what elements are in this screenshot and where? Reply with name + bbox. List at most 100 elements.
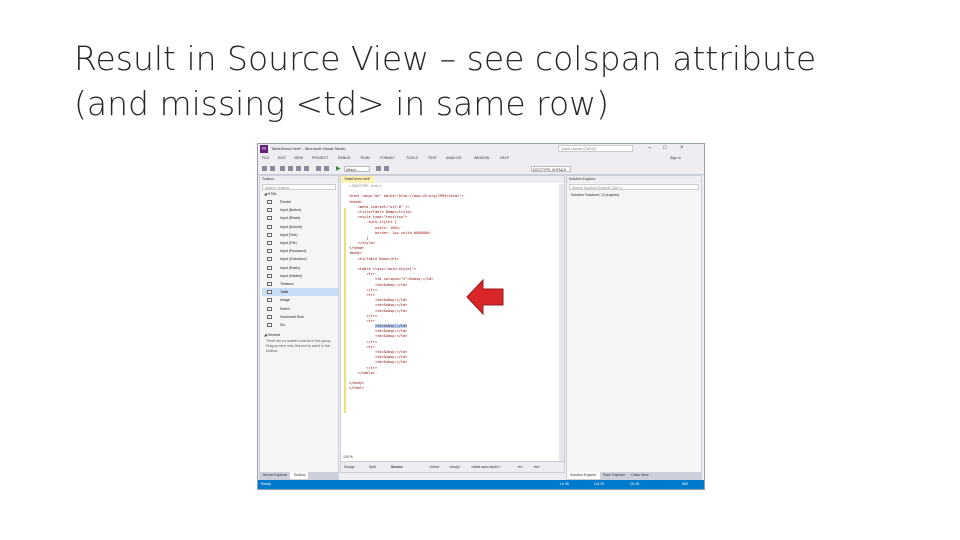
toolbox-item[interactable]: Input (Button) — [262, 206, 338, 214]
toolbox-item[interactable]: Select — [262, 305, 338, 313]
menu-format[interactable]: FORMAT — [380, 156, 395, 161]
solution-tabs: Solution Explorer Team Explorer Class View — [567, 472, 701, 479]
toolbox-item-label: Input (File) — [280, 241, 297, 245]
slide-title: Result in Source View – see colspan attr… — [74, 36, 934, 126]
tab-team-explorer[interactable]: Team Explorer — [600, 472, 629, 479]
toolbox-item[interactable]: Input (Text) — [262, 231, 338, 239]
red-arrow-icon — [466, 278, 504, 316]
toolbox-item[interactable]: Input (File) — [262, 239, 338, 247]
sign-in-link[interactable]: Sign in — [670, 156, 681, 161]
toolbox-header: Toolbox — [260, 176, 338, 183]
attach-dropdown[interactable]: Attach... — [344, 166, 370, 172]
toolbox-item-label: Input (Submit) — [280, 224, 302, 229]
document-tab[interactable]: TableDemo.html* — [341, 176, 374, 183]
toolbox-item[interactable]: Input (Submit) — [262, 223, 338, 231]
toolbox-item-icon — [267, 200, 272, 204]
vs-screenshot: ∞ TableDemo.html* - Microsoft Visual Stu… — [257, 143, 705, 490]
toolbox-item[interactable]: Textarea — [262, 280, 338, 288]
solution-explorer-header: Solution Explorer — [567, 176, 701, 183]
tab-solution-explorer[interactable]: Solution Explorer — [567, 472, 600, 479]
toolbox-item-label: Input (Hidden) — [280, 273, 303, 278]
status-ready: Ready — [261, 482, 272, 486]
doctype-dropdown[interactable]: DOCTYPE: XHTML5 — [531, 166, 571, 172]
toolbox-item-label: Table — [280, 290, 289, 295]
toolbox-item[interactable]: Input (Reset) — [262, 214, 338, 222]
tab-class-view[interactable]: Class View — [628, 472, 651, 479]
toolbox-item-icon — [267, 306, 272, 311]
menu-analyze[interactable]: ANALYZE — [446, 156, 462, 161]
solution-explorer-panel: Solution Explorer Search Solution Explor… — [566, 175, 702, 480]
menu-file[interactable]: FILE — [262, 156, 269, 161]
toolbox-item-label: Input (Radio) — [280, 265, 301, 270]
toolbox-item[interactable]: Pointer — [262, 198, 338, 206]
toolbox-item[interactable]: Div — [262, 321, 338, 329]
toolbox-item[interactable]: Input (Password) — [262, 247, 338, 255]
toolbox-item[interactable]: Input (Checkbox) — [262, 255, 338, 263]
maximize-icon[interactable]: □ — [663, 145, 667, 152]
quick-launch-input[interactable]: Quick Launch (Ctrl+Q) — [558, 145, 633, 152]
title-bar: ∞ TableDemo.html* - Microsoft Visual Stu… — [258, 144, 704, 154]
open-icon[interactable] — [288, 166, 293, 171]
start-icon[interactable]: ▶ — [336, 166, 341, 172]
menu-help[interactable]: HELP — [500, 156, 509, 161]
toolbox-search-input[interactable]: Search Toolbox — [262, 184, 336, 190]
toolbox-item[interactable]: Image — [262, 296, 338, 304]
crumb-td[interactable]: <td> — [533, 462, 540, 472]
save-icon[interactable] — [296, 166, 301, 171]
undo-icon[interactable] — [316, 166, 321, 171]
toolbox-item-label: Horizontal Rule — [280, 314, 304, 319]
toolbox-item-icon — [267, 208, 272, 213]
code-line[interactable]: </html> — [349, 386, 554, 391]
visual-studio-logo-icon: ∞ — [260, 145, 268, 153]
crumb-tr[interactable]: <tr> — [517, 462, 523, 472]
menu-test[interactable]: TEST — [428, 156, 437, 161]
menu-edit[interactable]: EDIT — [278, 156, 286, 161]
split-view-button[interactable]: Split — [369, 462, 376, 472]
minimize-icon[interactable]: – — [648, 145, 651, 152]
source-code[interactable]: <!DOCTYPE html> <html lang="en" xmlns="ht… — [349, 184, 554, 392]
toolbox-item[interactable]: Table — [262, 288, 338, 297]
redo-icon[interactable] — [324, 166, 329, 171]
toolbox-group-general[interactable]: ◢ General — [264, 332, 280, 338]
toolbox-item-icon — [267, 282, 272, 286]
toolbox-item[interactable]: Input (Hidden) — [262, 272, 338, 280]
code-editor[interactable]: TableDemo.html* <!DOCTYPE html> <html lan… — [340, 175, 565, 473]
toolbox-item[interactable]: Input (Radio) — [262, 264, 338, 272]
menu-window[interactable]: WINDOW — [474, 156, 489, 161]
forward-icon[interactable] — [270, 166, 275, 171]
zoom-level[interactable]: 100 % — [343, 455, 353, 460]
solution-search-input[interactable]: Search Solution Explorer (Ctrl+;) — [569, 184, 699, 190]
new-file-icon[interactable] — [280, 166, 285, 171]
source-view-button[interactable]: Source — [391, 462, 403, 472]
toolbar-icon-a[interactable] — [376, 166, 381, 171]
menu-tools[interactable]: TOOLS — [406, 156, 418, 161]
crumb-table[interactable]: <table.auto-style1> — [471, 462, 501, 472]
back-icon[interactable] — [262, 166, 267, 171]
design-view-button[interactable]: Design — [344, 462, 355, 472]
toolbox-item-icon — [267, 290, 272, 295]
toolbox-item-icon — [267, 249, 272, 254]
status-ins: INS — [682, 482, 688, 486]
toolbar-icon-b[interactable] — [384, 166, 389, 171]
toolbox-item[interactable]: Horizontal Rule — [262, 313, 338, 321]
solution-item[interactable]: Solution 'Solution1' (0 projects) — [571, 192, 619, 198]
toolbox-general-text: There are no usable controls in this gro… — [266, 339, 332, 353]
crumb-body[interactable]: <body> — [449, 462, 461, 472]
toolbox-item-label: Div — [280, 323, 286, 327]
editor-scrollbar[interactable] — [559, 184, 564, 464]
menu-view[interactable]: VIEW — [294, 156, 303, 161]
status-line: Ln 26 — [560, 482, 569, 486]
toolbox-item-label: Input (Reset) — [280, 216, 301, 221]
tab-server-explorer[interactable]: Server Explorer — [260, 472, 290, 479]
toolbox-group-html[interactable]: ◢ HTML — [264, 191, 277, 197]
tab-toolbox[interactable]: Toolbox — [290, 472, 309, 479]
menu-team[interactable]: TEAM — [360, 156, 370, 161]
crumb-html[interactable]: <html> — [429, 462, 440, 472]
menu-project[interactable]: PROJECT — [312, 156, 328, 161]
menu-debug[interactable]: DEBUG — [338, 156, 350, 161]
toolbox-item-icon — [267, 273, 272, 278]
save-all-icon[interactable] — [304, 166, 309, 171]
toolbox-item-icon — [267, 216, 272, 221]
close-icon[interactable]: × — [680, 145, 684, 152]
toolbox-item-icon — [267, 323, 272, 327]
